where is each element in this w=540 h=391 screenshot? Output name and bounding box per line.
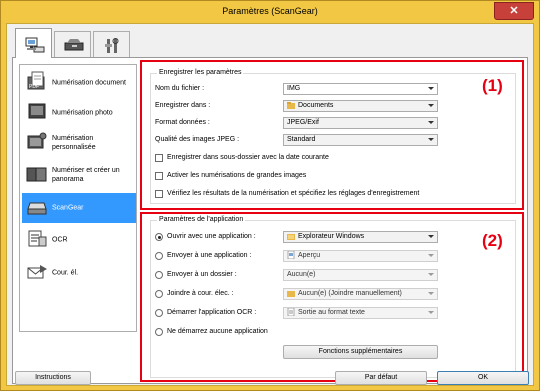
chevron-down-icon	[428, 138, 434, 141]
settings-area: (1) Enregistrer les paramètres Nom du fi…	[138, 58, 528, 385]
folder-icon	[287, 101, 295, 109]
tab-scan-from-computer[interactable]	[15, 28, 52, 58]
nav-item-document-scan[interactable]: PDF Numérisation document	[22, 69, 136, 96]
no-app-label: Ne démarrez aucune application	[167, 328, 268, 335]
save-in-label: Enregistrer dans :	[155, 102, 211, 109]
jpeg-quality-value: Standard	[287, 136, 316, 143]
large-scan-checkbox[interactable]	[155, 172, 163, 180]
window-title: Paramètres (ScanGear)	[222, 6, 318, 16]
ocr-icon	[28, 230, 47, 247]
start-ocr-label: Démarrer l'application OCR :	[167, 309, 257, 316]
chevron-down-icon	[428, 273, 434, 276]
send-to-folder-select[interactable]: Aucun(e)	[283, 269, 438, 281]
send-to-app-label: Envoyer à une application :	[167, 252, 252, 259]
nav-item-custom-scan[interactable]: Numérisation personnalisée	[22, 129, 136, 156]
nav-item-panorama[interactable]: Numériser et créer un panorama	[22, 159, 136, 191]
nav-item-email[interactable]: Cour. él.	[22, 258, 136, 288]
nav-item-label: Numérisation document	[52, 79, 126, 86]
start-ocr-radio[interactable]	[155, 309, 163, 317]
open-with-app-select[interactable]: Explorateur Windows	[283, 231, 438, 243]
client-area: PDF Numérisation document Numérisation p…	[6, 23, 534, 386]
instructions-button[interactable]: Instructions	[15, 371, 91, 385]
more-functions-button[interactable]: Fonctions supplémentaires	[283, 345, 438, 359]
large-scan-label: Activer les numérisations de grandes ima…	[167, 172, 307, 179]
format-select[interactable]: JPEG/Exif	[283, 117, 438, 129]
close-icon: ✕	[509, 5, 519, 17]
jpeg-quality-select[interactable]: Standard	[283, 134, 438, 146]
chevron-down-icon	[428, 87, 434, 90]
chevron-down-icon	[428, 292, 434, 295]
filename-label: Nom du fichier :	[155, 85, 205, 92]
open-with-app-value: Explorateur Windows	[298, 233, 365, 240]
send-to-app-select[interactable]: Aperçu	[283, 250, 438, 262]
format-label: Format données :	[155, 119, 210, 126]
ok-button[interactable]: OK	[437, 371, 529, 385]
save-settings-title: Enregistrer les paramètres	[157, 69, 244, 76]
chevron-down-icon	[428, 121, 434, 124]
nav-item-label: Numériser et créer un panorama	[52, 167, 120, 183]
send-to-app-value: Aperçu	[298, 252, 321, 259]
custom-scan-icon	[27, 132, 47, 149]
chevron-down-icon	[428, 104, 434, 107]
send-to-app-radio[interactable]	[155, 252, 163, 260]
text-output-icon	[287, 308, 295, 317]
send-to-folder-label: Envoyer à un dossier :	[167, 271, 237, 278]
document-scan-icon: PDF	[27, 71, 45, 90]
nav-item-label: OCR	[52, 236, 68, 244]
filename-value: IMG	[287, 85, 301, 92]
start-ocr-select[interactable]: Sortie au format texte	[283, 307, 438, 319]
nav-item-scangear[interactable]: ScanGear	[22, 193, 136, 223]
attach-email-select[interactable]: Aucun(e) (Joindre manuellement)	[283, 288, 438, 300]
nav-item-ocr[interactable]: OCR	[22, 225, 136, 255]
send-to-folder-radio[interactable]	[155, 271, 163, 279]
nav-item-label: Numérisation personnalisée	[52, 134, 96, 151]
windows-explorer-icon	[287, 233, 295, 240]
scangear-icon	[27, 202, 47, 215]
subfolder-checkbox[interactable]	[155, 154, 163, 162]
attach-email-label: Joindre à cour. élec. :	[167, 290, 234, 297]
start-ocr-value: Sortie au format texte	[298, 309, 365, 316]
tab-panel: PDF Numérisation document Numérisation p…	[12, 57, 528, 384]
attach-email-value: Aucun(e) (Joindre manuellement)	[298, 290, 402, 297]
verify-results-checkbox[interactable]	[155, 190, 163, 198]
close-button[interactable]: ✕	[494, 2, 534, 20]
svg-text:PDF: PDF	[29, 84, 39, 90]
scanner-computer-icon	[25, 37, 45, 53]
no-app-radio[interactable]	[155, 328, 163, 336]
title-bar[interactable]: Paramètres (ScanGear) ✕	[1, 1, 539, 23]
attach-email-radio[interactable]	[155, 290, 163, 298]
verify-results-label: Vérifiez les résultats de la numérisatio…	[167, 190, 420, 197]
defaults-button[interactable]: Par défaut	[335, 371, 427, 385]
scan-mode-list: PDF Numérisation document Numérisation p…	[19, 64, 137, 332]
send-to-folder-value: Aucun(e)	[287, 271, 316, 278]
save-in-select[interactable]: Documents	[283, 100, 438, 112]
save-in-value: Documents	[298, 102, 334, 109]
preview-app-icon	[287, 251, 295, 260]
mail-client-icon	[287, 290, 295, 297]
subfolder-label: Enregistrer dans sous-dossier avec la da…	[167, 154, 329, 161]
nav-item-photo-scan[interactable]: Numérisation photo	[22, 99, 136, 126]
nav-item-label: Numérisation photo	[52, 109, 113, 116]
open-with-app-label: Ouvrir avec une application :	[167, 233, 256, 240]
app-settings-group: Paramètres de l'application Ouvrir avec …	[150, 216, 516, 378]
open-with-app-radio[interactable]	[155, 233, 163, 241]
panorama-icon	[26, 167, 47, 182]
scanner-icon	[64, 39, 84, 51]
photo-scan-icon	[28, 103, 46, 119]
chevron-down-icon	[428, 254, 434, 257]
tab-general-settings[interactable]	[93, 31, 130, 58]
email-icon	[27, 265, 47, 279]
tab-scan-from-panel[interactable]	[54, 31, 91, 58]
chevron-down-icon	[428, 311, 434, 314]
filename-field[interactable]: IMG	[283, 83, 438, 95]
nav-item-label: Cour. él.	[52, 269, 79, 277]
app-settings-title: Paramètres de l'application	[157, 216, 246, 223]
nav-item-label: ScanGear	[52, 204, 84, 212]
tools-icon	[105, 38, 119, 53]
format-value: JPEG/Exif	[287, 119, 319, 126]
jpeg-quality-label: Qualité des images JPEG :	[155, 136, 240, 143]
settings-window: Paramètres (ScanGear) ✕ PDF Numérisation…	[0, 0, 540, 391]
save-settings-group: Enregistrer les paramètres Nom du fichie…	[150, 69, 516, 204]
chevron-down-icon	[428, 235, 434, 238]
